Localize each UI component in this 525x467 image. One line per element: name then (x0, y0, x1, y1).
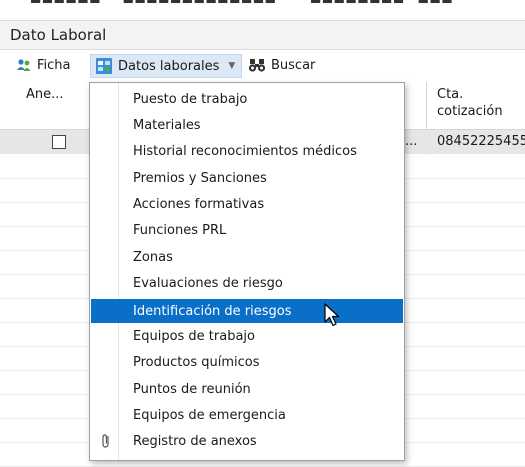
menu-item-registro-de-anexos[interactable]: Registro de anexos (91, 430, 403, 452)
partially-visible-top-row: ▬▬▬▬▬▬ ▬▬▬▬▬▬▬▬▬▬▬▬▬ ▬▬▬▬▬▬▬▬ ▬▬▬ (0, 0, 525, 18)
menu-item-identificacion-de-riesgos[interactable]: Identificación de riesgos (91, 299, 403, 323)
buscar-button[interactable]: Buscar (248, 54, 315, 76)
truncated-cell: ... (405, 134, 418, 149)
people-icon (17, 59, 31, 71)
menu-item-puesto-de-trabajo[interactable]: Puesto de trabajo (91, 88, 403, 110)
section-header: Dato Laboral (0, 20, 525, 50)
menu-item-zonas[interactable]: Zonas (91, 246, 403, 268)
column-header-cotizacion: cotización (437, 104, 503, 119)
menu-item-historial-reconocimientos[interactable]: Historial reconocimientos médicos (91, 140, 403, 162)
menu-item-equipos-de-emergencia[interactable]: Equipos de emergencia (91, 404, 403, 426)
menu-item-funciones-prl[interactable]: Funciones PRL (91, 219, 403, 241)
menu-item-premios-y-sanciones[interactable]: Premios y Sanciones (91, 167, 403, 189)
menu-item-equipos-de-trabajo[interactable]: Equipos de trabajo (91, 325, 403, 347)
column-header-anexos[interactable]: Ane... (26, 87, 64, 102)
menu-item-materiales[interactable]: Materiales (91, 114, 403, 136)
section-title: Dato Laboral (10, 26, 107, 44)
cta-cotizacion-cell: 08452225455 (437, 134, 525, 149)
toolbar: Ficha Datos laborales ▼ Buscar (0, 50, 525, 80)
menu-item-evaluaciones-de-riesgo[interactable]: Evaluaciones de riesgo (91, 272, 403, 294)
column-header-cta[interactable]: Cta. (437, 87, 463, 102)
row-checkbox[interactable] (52, 135, 66, 149)
work-data-icon (96, 58, 112, 74)
datos-laborales-dropdown-button[interactable]: Datos laborales ▼ (90, 54, 243, 78)
chevron-down-icon: ▼ (228, 61, 236, 71)
binoculars-icon (248, 59, 266, 72)
menu-item-productos-quimicos[interactable]: Productos químicos (91, 351, 403, 373)
datos-laborales-menu: Puesto de trabajo Materiales Historial r… (89, 82, 405, 461)
ficha-label: Ficha (37, 57, 71, 73)
mouse-pointer-icon (324, 303, 340, 327)
ficha-button[interactable]: Ficha (16, 54, 71, 76)
menu-item-acciones-formativas[interactable]: Acciones formativas (91, 193, 403, 215)
menu-item-puntos-de-reunion[interactable]: Puntos de reunión (91, 378, 403, 400)
datos-laborales-label: Datos laborales (118, 58, 220, 74)
paperclip-icon (102, 434, 109, 448)
buscar-label: Buscar (271, 57, 316, 73)
